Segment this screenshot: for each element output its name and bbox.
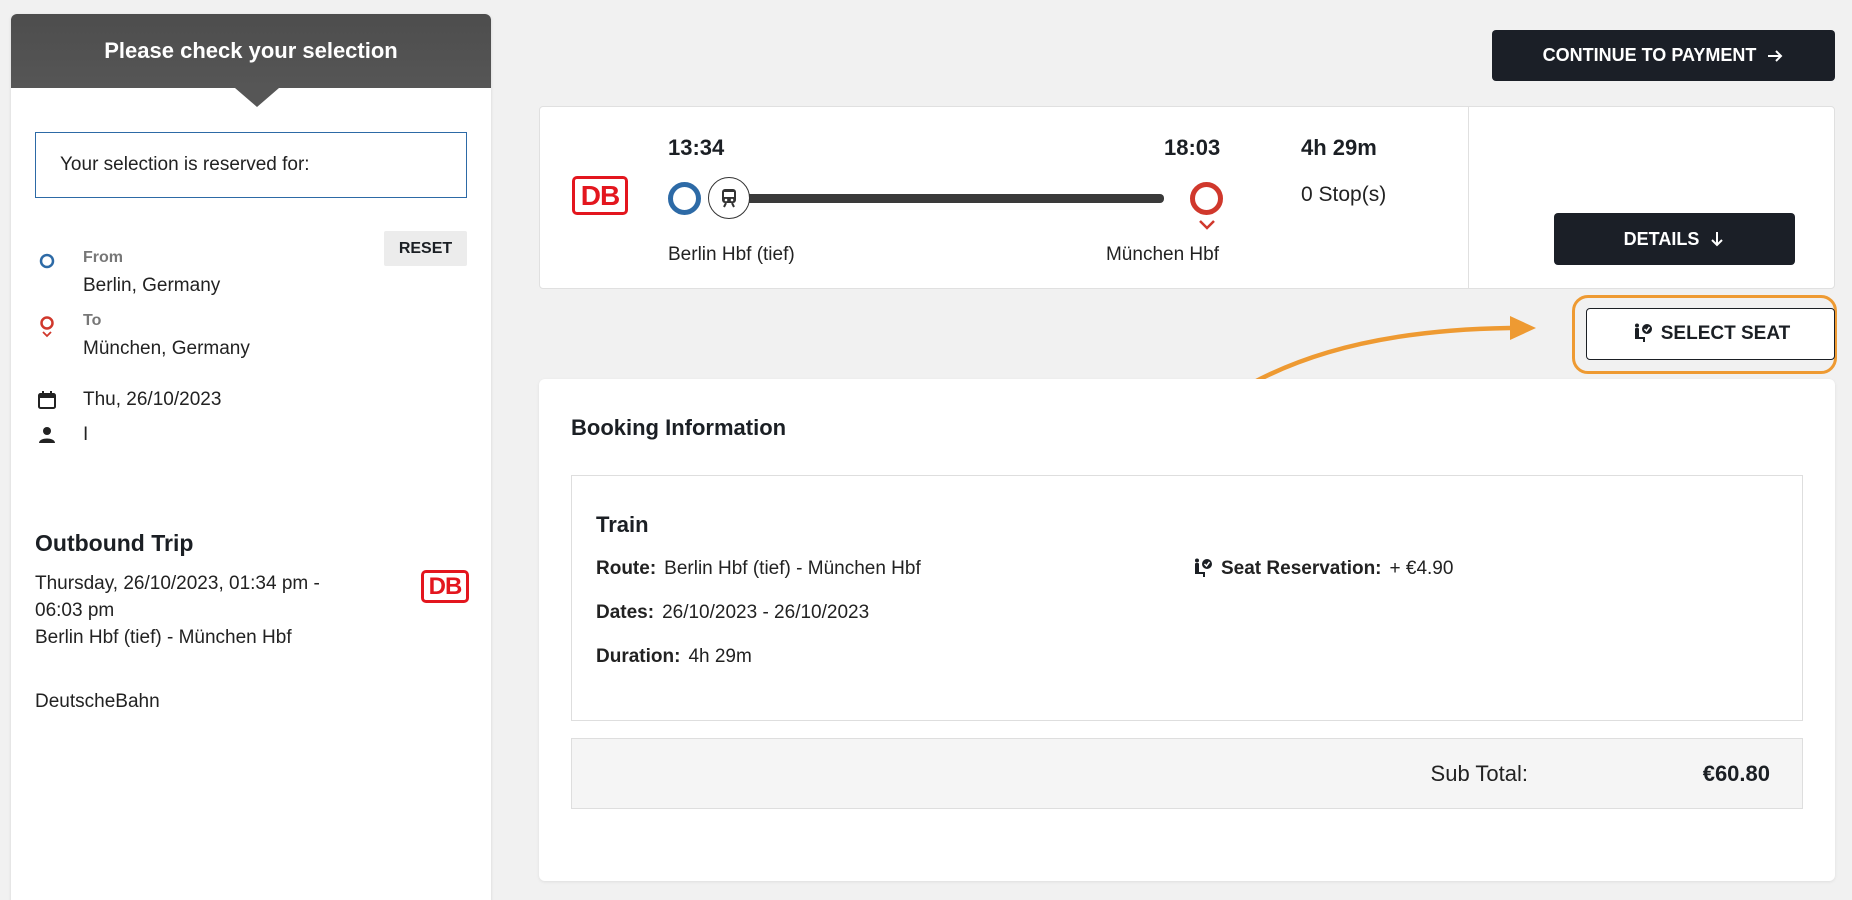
departure-time: 13:34 bbox=[668, 135, 725, 160]
outbound-trip-title: Outbound Trip bbox=[35, 530, 194, 556]
arrow-right-icon bbox=[1768, 49, 1783, 62]
trip-summary-card: DB 13:34 18:03 Berlin Hbf (tief) München… bbox=[539, 106, 1835, 289]
from-value: Berlin, Germany bbox=[83, 275, 221, 296]
calendar-icon bbox=[35, 388, 59, 412]
operator-name: DeutscheBahn bbox=[35, 691, 160, 712]
reservation-timer-box: Your selection is reserved for: bbox=[35, 132, 467, 198]
route-track-line bbox=[744, 194, 1164, 203]
duration-label: Duration: bbox=[596, 646, 681, 667]
chevron-down-icon bbox=[1199, 220, 1215, 230]
reserved-text: Your selection is reserved for: bbox=[60, 154, 310, 175]
card-divider bbox=[1468, 107, 1469, 288]
selection-sidebar: Please check your selection Your selecti… bbox=[11, 14, 491, 900]
outbound-datetime: Thursday, 26/10/2023, 01:34 pm - 06:03 p… bbox=[35, 573, 320, 621]
departure-station: Berlin Hbf (tief) bbox=[668, 244, 795, 265]
transport-mode-title: Train bbox=[596, 512, 649, 537]
seat-reservation-icon bbox=[1195, 558, 1212, 577]
subtotal-value: €60.80 bbox=[1702, 761, 1770, 786]
outbound-trip-details: Thursday, 26/10/2023, 01:34 pm - 06:03 p… bbox=[35, 570, 355, 651]
to-label: To bbox=[83, 312, 102, 329]
dates-label: Dates: bbox=[596, 602, 655, 623]
booking-information-card: Booking Information Train Route: Berlin H… bbox=[539, 379, 1835, 881]
trip-stops: 0 Stop(s) bbox=[1301, 183, 1387, 206]
duration-row: Duration: 4h 29m bbox=[596, 646, 752, 668]
route-label: Route: bbox=[596, 558, 657, 579]
dates-row: Dates: 26/10/2023 - 26/10/2023 bbox=[596, 602, 869, 624]
seat-reservation-icon bbox=[1634, 323, 1652, 342]
passengers-row: I bbox=[35, 422, 88, 448]
arrow-down-icon bbox=[1711, 232, 1724, 247]
train-icon bbox=[708, 177, 750, 219]
from-label: From bbox=[83, 249, 123, 266]
db-logo-icon: DB bbox=[421, 570, 469, 603]
route-row: Route: Berlin Hbf (tief) - München Hbf bbox=[596, 558, 921, 580]
subtotal-label: Sub Total: bbox=[1430, 761, 1528, 786]
dates-value: 26/10/2023 - 26/10/2023 bbox=[662, 602, 870, 623]
seat-reservation-price: + €4.90 bbox=[1389, 558, 1454, 579]
seat-reservation-row: Seat Reservation: + €4.90 bbox=[1191, 558, 1453, 580]
destination-pin-icon bbox=[40, 316, 54, 338]
continue-to-payment-button[interactable]: CONTINUE TO PAYMENT bbox=[1492, 30, 1835, 81]
travel-date: Thu, 26/10/2023 bbox=[83, 389, 222, 410]
origin-circle-icon bbox=[39, 253, 55, 269]
details-button[interactable]: DETAILS bbox=[1554, 213, 1795, 265]
continue-label: CONTINUE TO PAYMENT bbox=[1542, 45, 1757, 65]
db-logo-text: DB bbox=[428, 572, 463, 600]
subtotal-bar: Sub Total: €60.80 bbox=[571, 738, 1803, 809]
select-seat-label: SELECT SEAT bbox=[1660, 323, 1791, 344]
departure-circle-icon bbox=[668, 182, 701, 215]
arrival-circle-icon bbox=[1190, 182, 1223, 215]
arrival-station: München Hbf bbox=[1105, 244, 1219, 265]
duration-value: 4h 29m bbox=[688, 646, 752, 667]
person-icon bbox=[35, 423, 59, 447]
sidebar-header: Please check your selection bbox=[11, 14, 491, 107]
train-booking-box: Train Route: Berlin Hbf (tief) - München … bbox=[571, 475, 1803, 721]
travel-date-row: Thu, 26/10/2023 bbox=[35, 387, 221, 413]
trip-duration: 4h 29m bbox=[1301, 135, 1377, 160]
db-logo-text: DB bbox=[580, 179, 620, 211]
select-seat-button[interactable]: SELECT SEAT bbox=[1586, 308, 1835, 360]
arrival-time: 18:03 bbox=[1164, 135, 1221, 160]
db-logo-icon: DB bbox=[572, 176, 628, 215]
route-value: Berlin Hbf (tief) - München Hbf bbox=[664, 558, 921, 579]
details-label: DETAILS bbox=[1623, 228, 1700, 249]
sidebar-title: Please check your selection bbox=[104, 38, 398, 63]
to-value: München, Germany bbox=[83, 338, 250, 359]
passenger-count: I bbox=[83, 424, 89, 445]
seat-reservation-label: Seat Reservation: bbox=[1221, 558, 1382, 579]
reset-button[interactable]: RESET bbox=[384, 231, 467, 266]
booking-title: Booking Information bbox=[571, 415, 787, 440]
outbound-route: Berlin Hbf (tief) - München Hbf bbox=[35, 627, 292, 648]
